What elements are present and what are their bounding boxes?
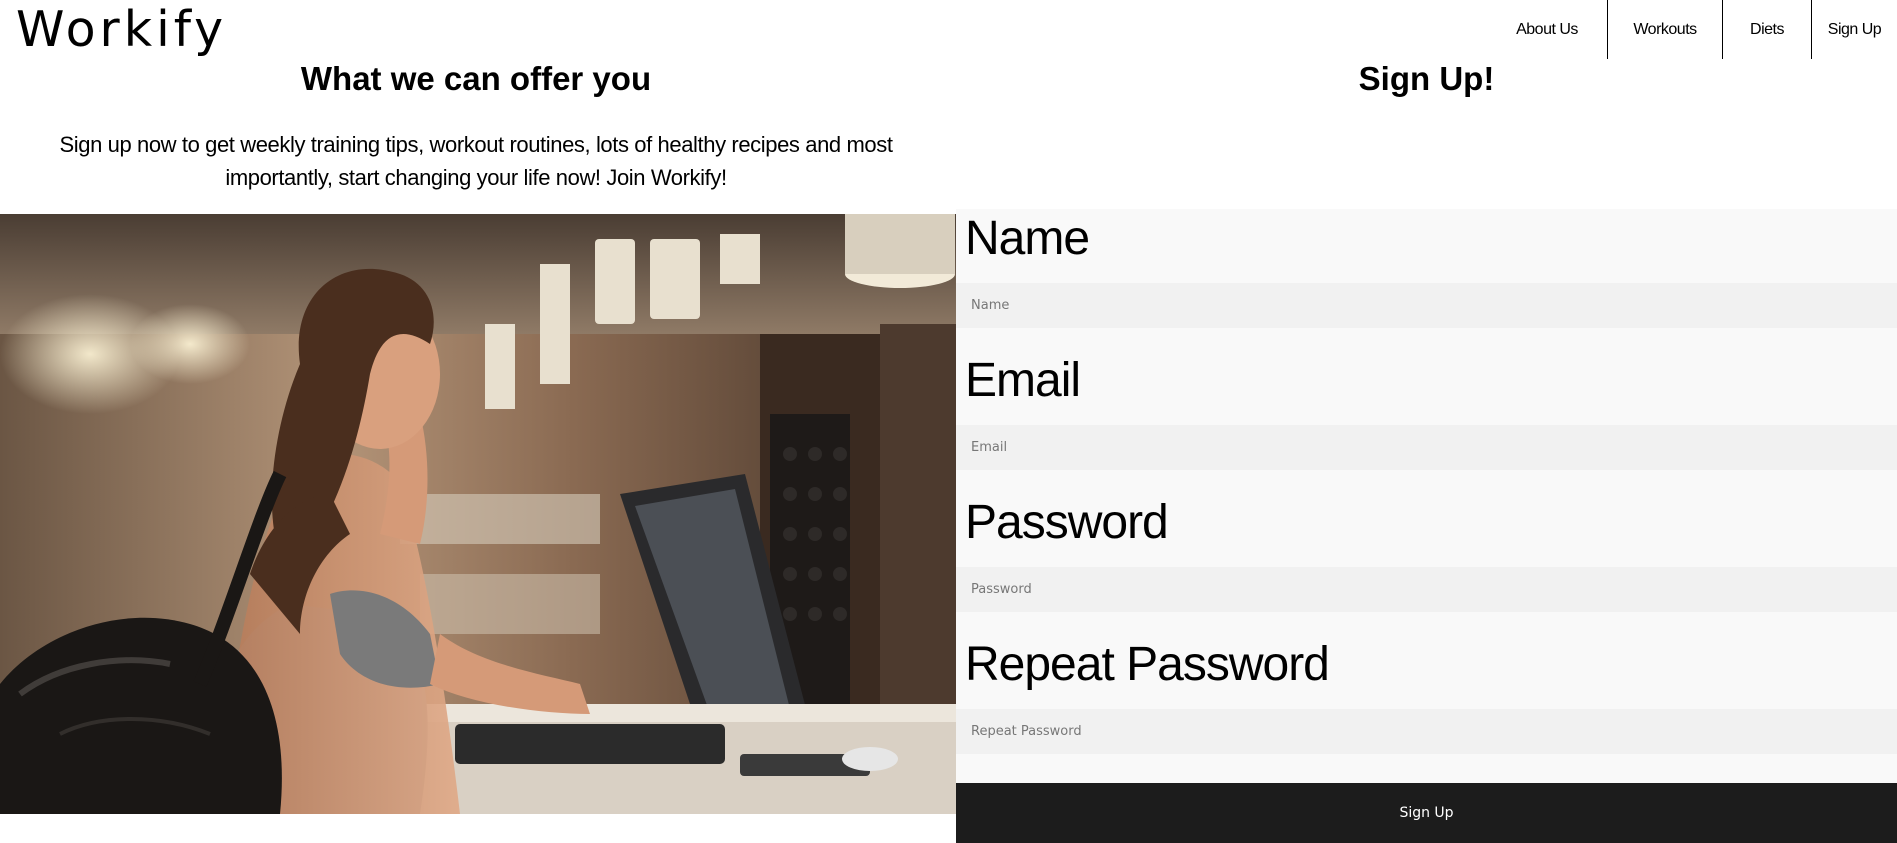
signup-title: Sign Up! [1358,60,1495,97]
sign-up-button[interactable]: Sign Up [956,783,1897,843]
nav-sign-up[interactable]: Sign Up [1812,0,1897,59]
repeat-password-label: Repeat Password [965,638,1330,691]
nav-diets[interactable]: Diets [1723,0,1812,59]
name-label: Name [965,212,1090,265]
gym-reception-photo [0,214,956,814]
password-label: Password [965,496,1169,549]
offer-description: Sign up now to get weekly training tips,… [59,132,893,190]
password-input[interactable] [956,567,1897,612]
email-label: Email [965,354,1081,407]
main-nav: About Us Workouts Diets Sign Up [1487,0,1897,59]
repeat-password-input[interactable] [956,709,1897,754]
offer-title: What we can offer you [300,60,652,97]
name-input[interactable] [956,283,1897,328]
site-logo[interactable]: Workify [16,2,227,58]
signup-form: Name Email Password Repeat Password Sign… [956,209,1897,843]
nav-workouts[interactable]: Workouts [1608,0,1723,59]
email-input[interactable] [956,425,1897,470]
nav-about-us[interactable]: About Us [1487,0,1608,59]
